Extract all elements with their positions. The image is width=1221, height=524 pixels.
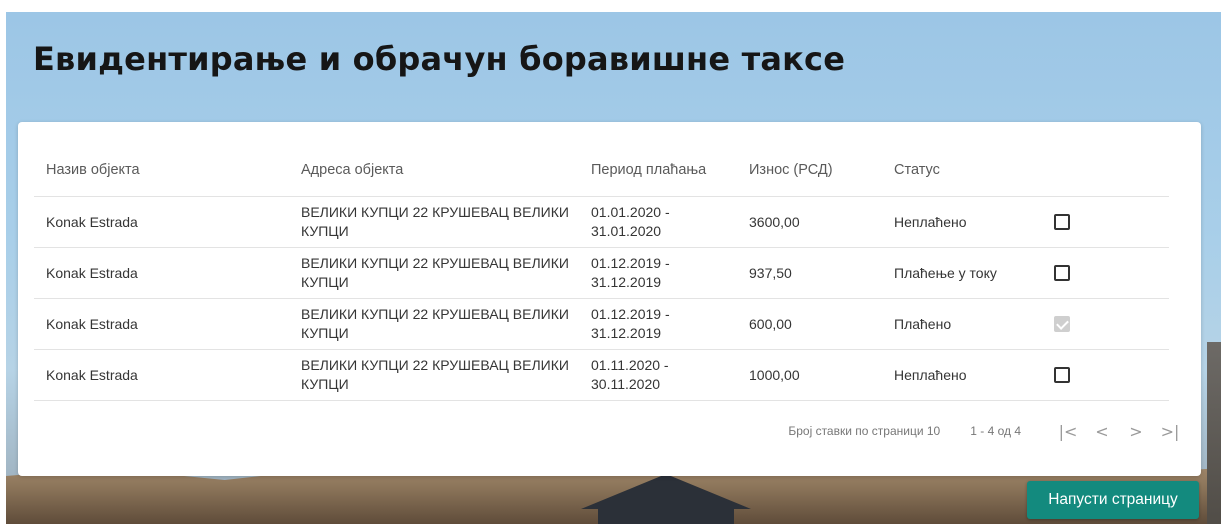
status: Плаћење у току: [894, 264, 997, 281]
header-period: Период плаћања: [591, 161, 707, 178]
object-name: Konak Estrada: [46, 213, 138, 230]
payment-period: 01.12.2019 - 31.12.2019: [591, 255, 670, 290]
row-checkbox[interactable]: [1054, 265, 1070, 281]
object-name: Konak Estrada: [46, 366, 138, 383]
status: Неплаћено: [894, 366, 967, 383]
items-per-page: Број ставки по страници 10: [788, 424, 940, 438]
object-name: Konak Estrada: [46, 264, 138, 281]
amount: 600,00: [749, 315, 792, 332]
chevron-left-icon[interactable]: <: [1085, 422, 1119, 441]
payment-period: 01.12.2019 - 31.12.2019: [591, 306, 670, 341]
amount: 937,50: [749, 264, 792, 281]
row-checkbox-checked: [1054, 316, 1070, 332]
payment-period: 01.01.2020 - 31.01.2020: [591, 204, 670, 239]
rock-edge: [1207, 342, 1221, 524]
header-status: Статус: [894, 161, 940, 178]
object-address: ВЕЛИКИ КУПЦИ 22 КРУШЕВАЦ ВЕЛИКИ КУПЦИ: [301, 306, 569, 341]
row-checkbox[interactable]: [1054, 214, 1070, 230]
chevron-right-icon[interactable]: >: [1119, 422, 1153, 441]
header-address: Адреса објекта: [301, 161, 404, 178]
first-page-icon[interactable]: |<: [1051, 422, 1085, 441]
table-header-row: Назив објекта Адреса објекта Период плаћ…: [34, 144, 1169, 197]
table-row: Konak Estrada ВЕЛИКИ КУПЦИ 22 КРУШЕВАЦ В…: [34, 248, 1169, 299]
last-page-icon[interactable]: >|: [1153, 422, 1187, 441]
status: Неплаћено: [894, 213, 967, 230]
object-address: ВЕЛИКИ КУПЦИ 22 КРУШЕВАЦ ВЕЛИКИ КУПЦИ: [301, 204, 569, 239]
tax-table: Назив објекта Адреса објекта Период плаћ…: [34, 144, 1169, 401]
object-address: ВЕЛИКИ КУПЦИ 22 КРУШЕВАЦ ВЕЛИКИ КУПЦИ: [301, 255, 569, 290]
payment-period: 01.11.2020 - 30.11.2020: [591, 357, 669, 392]
header-name: Назив објекта: [46, 161, 140, 178]
header-amount: Износ (РСД): [749, 161, 833, 178]
row-checkbox[interactable]: [1054, 367, 1070, 383]
table-row: Konak Estrada ВЕЛИКИ КУПЦИ 22 КРУШЕВАЦ В…: [34, 350, 1169, 401]
range-label: 1 - 4 од 4: [970, 424, 1021, 438]
amount: 3600,00: [749, 213, 800, 230]
status: Плаћено: [894, 315, 952, 332]
object-address: ВЕЛИКИ КУПЦИ 22 КРУШЕВАЦ ВЕЛИКИ КУПЦИ: [301, 357, 569, 392]
leave-page-button[interactable]: Напусти страницу: [1027, 481, 1199, 519]
table-row: Konak Estrada ВЕЛИКИ КУПЦИ 22 КРУШЕВАЦ В…: [34, 197, 1169, 248]
table-row: Konak Estrada ВЕЛИКИ КУПЦИ 22 КРУШЕВАЦ В…: [34, 299, 1169, 350]
paginator: Број ставки по страници 10 1 - 4 од 4 |<…: [788, 420, 1187, 442]
object-name: Konak Estrada: [46, 315, 138, 332]
items-per-page-value[interactable]: 10: [927, 424, 940, 438]
items-per-page-label: Број ставки по страници: [788, 424, 924, 438]
page-title: Евидентирање и обрачун боравишне таксе: [33, 40, 846, 78]
amount: 1000,00: [749, 366, 800, 383]
tax-table-card: Назив објекта Адреса објекта Период плаћ…: [18, 122, 1201, 476]
